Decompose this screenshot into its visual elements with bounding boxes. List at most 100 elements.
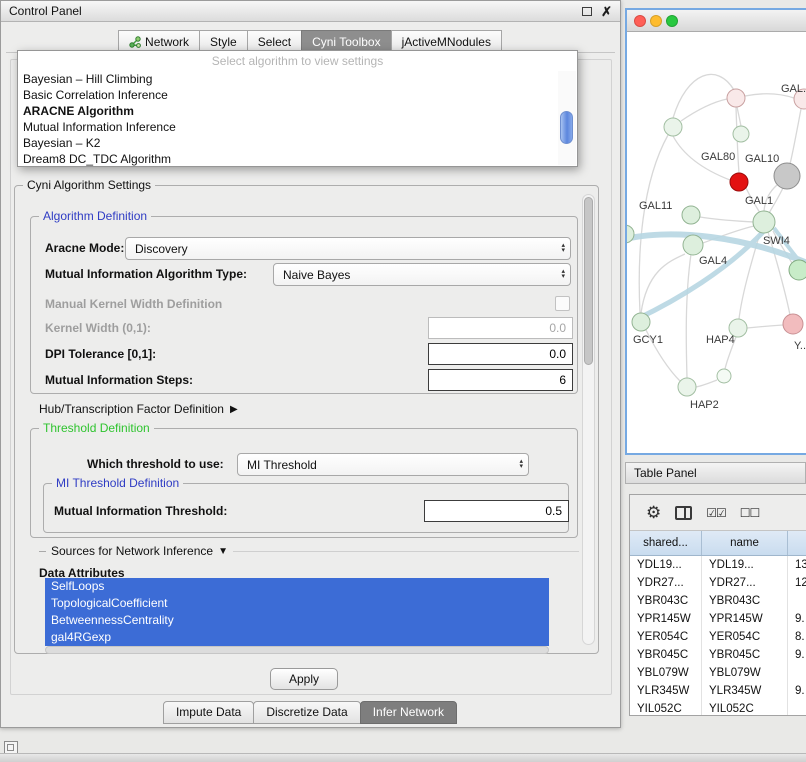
column-header[interactable]: name [702, 531, 788, 555]
cell [788, 700, 806, 716]
dpi-tolerance-input[interactable] [428, 343, 573, 365]
node-label[interactable]: HAP4 [706, 334, 735, 346]
minimize-traffic-light-icon[interactable] [650, 15, 662, 27]
cell: YIL052C [630, 700, 702, 716]
list-item[interactable]: SelfLoops [45, 578, 549, 595]
column-header[interactable]: shared... [630, 531, 702, 555]
table-row[interactable]: YBL079W YBL079W [630, 664, 806, 682]
columns-icon[interactable] [675, 506, 692, 520]
node-label[interactable]: GCY1 [633, 334, 663, 346]
tab-infer-network[interactable]: Infer Network [360, 701, 457, 724]
dropdown-item[interactable]: Dream8 DC_TDC Algorithm [18, 151, 577, 167]
settings-scrollbar[interactable] [582, 194, 595, 645]
column-header[interactable] [788, 531, 806, 555]
group-title: Cyni Algorithm Settings [23, 178, 155, 192]
dropdown-placeholder: Select algorithm to view settings [18, 51, 577, 71]
settings-scrollbar-thumb[interactable] [584, 197, 593, 365]
list-item[interactable]: gal4RGexp [45, 629, 549, 646]
table-row[interactable]: YPR145W YPR145W 9. [630, 610, 806, 628]
cell [788, 664, 806, 682]
dropdown-item-selected[interactable]: ARACNE Algorithm [18, 103, 577, 119]
cell: YIL052C [702, 700, 788, 716]
node [727, 89, 745, 107]
table-row[interactable]: YDL19... YDL19... 13 [630, 556, 806, 574]
cell: YDR27... [630, 574, 702, 592]
selected-value: Naive Bayes [283, 268, 350, 282]
close-traffic-light-icon[interactable] [634, 15, 646, 27]
cell: YDL19... [702, 556, 788, 574]
node [632, 313, 650, 331]
node-label[interactable]: Y... [794, 340, 806, 352]
which-threshold-select[interactable]: MI Threshold ▴▾ [237, 453, 529, 476]
sources-section-header[interactable]: Sources for Network Inference ▼ [39, 544, 579, 558]
deselect-all-icon[interactable]: ☐☐ [740, 506, 760, 520]
control-panel-titlebar: Control Panel ✗ [1, 1, 620, 22]
cell: 9. [788, 610, 806, 628]
table-row[interactable]: YER054C YER054C 8. [630, 628, 806, 646]
apply-button[interactable]: Apply [270, 668, 338, 690]
algorithm-definition-group: Algorithm Definition Aracne Mode: Discov… [30, 216, 578, 394]
node-red [730, 173, 748, 191]
attributes-horizontal-scrollbar[interactable] [45, 646, 549, 654]
close-icon[interactable]: ✗ [601, 5, 612, 18]
table-row[interactable]: YDR27... YDR27... 12 [630, 574, 806, 592]
cell: YBL079W [630, 664, 702, 682]
dropdown-item[interactable]: Bayesian – Hill Climbing [18, 71, 577, 87]
tab-impute-data[interactable]: Impute Data [163, 701, 254, 724]
node [682, 206, 700, 224]
kernel-width-input[interactable] [428, 317, 573, 339]
table-row[interactable]: YIL052C YIL052C [630, 700, 806, 716]
dropdown-item[interactable]: Bayesian – K2 [18, 135, 577, 151]
mi-algorithm-type-select[interactable]: Naive Bayes ▴▾ [273, 263, 571, 286]
table-row[interactable]: YBR045C YBR045C 9. [630, 646, 806, 664]
algorithm-dropdown-popup: Select algorithm to view settings Bayesi… [17, 50, 578, 167]
expand-down-icon[interactable]: ▼ [218, 546, 228, 557]
which-threshold-label: Which threshold to use: [87, 457, 224, 471]
cell: YDL19... [630, 556, 702, 574]
node-label[interactable]: GAL10 [745, 153, 779, 165]
aracne-mode-select[interactable]: Discovery ▴▾ [125, 237, 571, 260]
cyni-algorithm-settings-group: Cyni Algorithm Settings Algorithm Defini… [14, 185, 599, 654]
dropdown-item[interactable]: Mutual Information Inference [18, 119, 577, 135]
mi-threshold-input[interactable] [424, 500, 569, 522]
table-row[interactable]: YBR043C YBR043C [630, 592, 806, 610]
network-canvas[interactable]: GAL... GAL80 GAL10 GAL11 GAL1 SWI4 GAL4 … [627, 32, 806, 453]
combo-stepper-icon: ▴▾ [519, 460, 523, 469]
node-label[interactable]: GAL4 [699, 255, 727, 267]
expand-right-icon[interactable]: ▶ [230, 404, 238, 415]
section-title: MI Threshold Definition [52, 476, 183, 490]
dropdown-scrollbar[interactable] [558, 71, 576, 165]
node-label[interactable]: GAL11 [639, 200, 672, 212]
tab-label: jActiveMNodules [402, 35, 491, 49]
node-label[interactable]: GAL1 [745, 195, 773, 207]
hub-transcription-factor-label: Hub/Transcription Factor Definition [39, 402, 224, 416]
tab-discretize-data[interactable]: Discretize Data [253, 701, 360, 724]
table-toolbar: ⚙ ☑☑ ☐☐ [630, 495, 806, 531]
mi-steps-input[interactable] [428, 369, 573, 391]
node-label[interactable]: GAL... [781, 83, 806, 95]
node-label[interactable]: GAL80 [701, 151, 735, 163]
select-all-icon[interactable]: ☑☑ [706, 506, 726, 520]
list-item[interactable]: TopologicalCoefficient [45, 595, 549, 612]
cell: YBL079W [702, 664, 788, 682]
network-view-window: GAL... GAL80 GAL10 GAL11 GAL1 SWI4 GAL4 … [625, 8, 806, 455]
node-label[interactable]: HAP2 [690, 399, 719, 411]
mi-threshold-label: Mutual Information Threshold: [54, 504, 227, 518]
node [753, 211, 775, 233]
gear-icon[interactable]: ⚙ [646, 504, 661, 521]
dropdown-scrollbar-thumb[interactable] [560, 111, 573, 144]
manual-kernel-width-checkbox[interactable] [555, 296, 570, 311]
cell: YBR045C [702, 646, 788, 664]
float-window-icon[interactable] [582, 7, 592, 16]
node-label[interactable]: SWI4 [763, 235, 790, 247]
mi-steps-label: Mutual Information Steps: [45, 373, 193, 387]
list-item[interactable]: BetweennessCentrality [45, 612, 549, 629]
divider [233, 551, 579, 552]
mi-threshold-definition-group: MI Threshold Definition Mutual Informati… [43, 483, 569, 533]
dropdown-item[interactable]: Basic Correlation Inference [18, 87, 577, 103]
table-header-row: shared... name [630, 531, 806, 556]
hub-transcription-factor-section[interactable]: Hub/Transcription Factor Definition ▶ [39, 402, 238, 416]
selected-value: MI Threshold [247, 458, 317, 472]
table-row[interactable]: YLR345W YLR345W 9. [630, 682, 806, 700]
zoom-traffic-light-icon[interactable] [666, 15, 678, 27]
